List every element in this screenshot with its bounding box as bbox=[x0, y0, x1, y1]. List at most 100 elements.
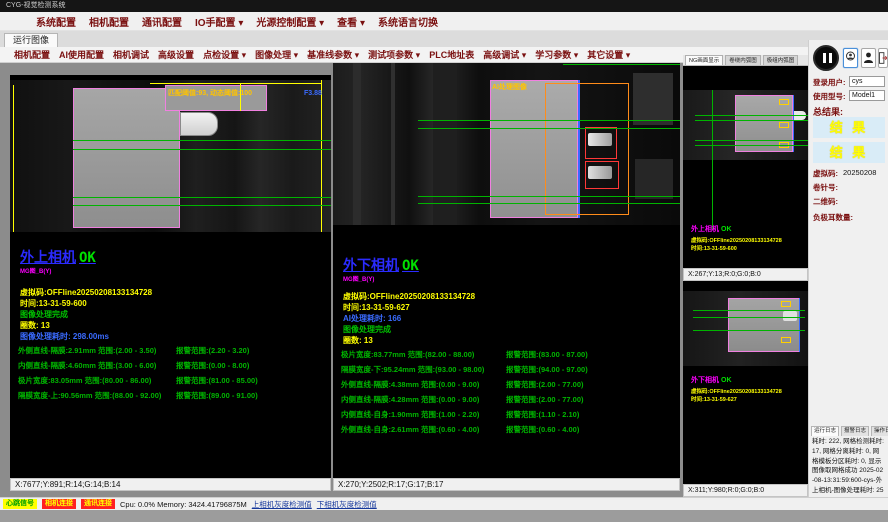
tool-other-settings[interactable]: 其它设置 ▾ bbox=[587, 48, 630, 61]
tool-camera-debug[interactable]: 相机调试 bbox=[113, 48, 149, 61]
measurement-row: 外侧直线-自身:2.61mm 范围:(0.60 - 4.00)报警范围:(0.6… bbox=[341, 424, 653, 434]
camera-subtitle: MG图_B(Y) bbox=[343, 274, 374, 283]
measurement-row: 内侧直线-隔膜:4.28mm 范围:(0.00 - 9.00)报警范围:(2.0… bbox=[341, 394, 653, 404]
log-tab-run[interactable]: 运行日志 bbox=[811, 426, 839, 436]
yellow-mark bbox=[779, 99, 789, 105]
green-guide-line bbox=[693, 317, 805, 318]
tool-baseline-params[interactable]: 基准线参数 ▾ bbox=[307, 48, 359, 61]
tool-advanced-debug[interactable]: 高级调试 ▾ bbox=[483, 48, 526, 61]
measurement-row: 外侧直线-隔膜:4.38mm 范围:(0.00 - 9.00)报警范围:(2.0… bbox=[341, 379, 653, 389]
left-camera-panel: 匹配阈值:93, 动态阈值:100 F3.88 外上相机OK MG图_B(Y) … bbox=[10, 75, 331, 478]
operator-button[interactable] bbox=[861, 48, 876, 68]
menu-item-system-config[interactable]: 系统配置 bbox=[36, 14, 76, 29]
measurement-row: 外侧直线-隔膜:2.91mm 范围:(2.00 - 3.50)报警范围:(2.2… bbox=[18, 345, 330, 355]
alarm-range: 报警范围:(0.60 - 4.00) bbox=[506, 424, 579, 435]
user-switch-button[interactable] bbox=[843, 48, 858, 68]
preview-tab-arc1[interactable]: 卷绕内弧图 bbox=[725, 55, 761, 65]
menu-item-comm-config[interactable]: 通讯配置 bbox=[142, 14, 182, 29]
left-camera-image[interactable]: 匹配阈值:93, 动态阈值:100 F3.88 bbox=[10, 80, 331, 232]
elapsed-line: 图像处理耗时: 298.00ms bbox=[20, 331, 109, 342]
preview-bottom-image[interactable]: 外下相机OK 虚拟码:OFFline20250208133134728 时间:1… bbox=[683, 281, 808, 484]
comm-connection-badge: 通讯连接 bbox=[81, 499, 115, 509]
yellow-mark bbox=[781, 301, 791, 307]
virtual-code-value: 20250208 bbox=[843, 168, 876, 177]
measurement-row: 内侧直线-自身:1.90mm 范围:(1.00 - 2.20)报警范围:(1.1… bbox=[341, 409, 653, 419]
pause-icon bbox=[829, 53, 832, 63]
menu-item-language-switch[interactable]: 系统语言切换 bbox=[378, 14, 438, 29]
connector-tab bbox=[180, 112, 218, 136]
preview-top-image[interactable]: 外上相机OK 虚拟码:OFFline20250208133134728 时间:1… bbox=[683, 66, 808, 268]
preview-code-line: 虚拟码:OFFline20250208133134728 bbox=[691, 387, 782, 395]
virtual-code-label: 虚拟码: bbox=[813, 168, 838, 179]
exit-button[interactable] bbox=[878, 48, 888, 68]
tab-count-label: 负极耳数量: bbox=[813, 212, 853, 223]
menu-bar: 系统配置 相机配置 通讯配置 IO手配置 ▾ 光源控制配置 ▾ 查看 ▾ 系统语… bbox=[0, 12, 888, 31]
tool-ai-config[interactable]: AI使用配置 bbox=[59, 48, 104, 61]
measure-value: 外侧直线-隔膜:2.91mm 范围:(2.00 - 3.50) bbox=[18, 346, 156, 355]
yellow-edge-line-left bbox=[13, 85, 14, 232]
measurement-row: 极片宽度:83.05mm 范围:(80.00 - 86.00)报警范围:(81.… bbox=[18, 375, 330, 385]
user-icon bbox=[845, 51, 856, 65]
camera-subtitle: MG图_B(Y) bbox=[20, 266, 51, 275]
preview-tab-arc2[interactable]: 极组内弧图 bbox=[763, 55, 799, 65]
virtual-code-line: 虚拟码:OFFline20250208133134728 bbox=[343, 291, 475, 302]
yellow-mark bbox=[779, 122, 789, 128]
tool-advanced-settings[interactable]: 高级设置 bbox=[158, 48, 194, 61]
tool-testitem-params[interactable]: 测试项参数 ▾ bbox=[368, 48, 420, 61]
pause-button[interactable] bbox=[813, 45, 839, 71]
tool-learning-params[interactable]: 学习参数 ▾ bbox=[535, 48, 578, 61]
tab-run-image[interactable]: 运行图像 bbox=[4, 33, 58, 47]
middle-pixel-coords: X:270;Y:2502;R:17;G:17;B:17 bbox=[333, 478, 680, 491]
preview-tab-strip: NG画面显示 卷绕内弧图 极组内弧图 bbox=[683, 55, 808, 66]
menu-item-io-config[interactable]: IO手配置 ▾ bbox=[195, 14, 243, 29]
preview-camera-title: 外上相机OK bbox=[691, 224, 732, 234]
middle-camera-panel: AI处理图像 外下相机OK MG图_B(Y) 虚拟码:OFFline202502… bbox=[333, 63, 680, 478]
qrcode-label: 二维码: bbox=[813, 196, 838, 207]
menu-item-view[interactable]: 查看 ▾ bbox=[337, 14, 365, 29]
green-guide-line bbox=[418, 128, 680, 129]
menu-item-light-config[interactable]: 光源控制配置 ▾ bbox=[256, 14, 324, 29]
ai-image-overlay: AI处理图像 bbox=[492, 82, 527, 92]
model-field[interactable]: Model1 bbox=[849, 90, 885, 101]
pause-icon bbox=[823, 53, 826, 63]
measure-value: 内侧直线-隔膜:4.60mm 范围:(3.00 - 6.00) bbox=[18, 361, 156, 370]
cpu-memory-text: Cpu: 0.0% Memory: 3424.41796875M bbox=[120, 500, 247, 509]
tool-plc-address-table[interactable]: PLC地址表 bbox=[429, 48, 474, 61]
log-tab-alarm[interactable]: 报警日志 bbox=[841, 426, 869, 436]
log-tab-strip: 运行日志 报警日志 操作日志 bbox=[811, 426, 888, 436]
green-guide-line bbox=[418, 120, 680, 121]
green-guide-line bbox=[73, 149, 331, 150]
lower-camera-gray-link[interactable]: 下相机灰度检测值 bbox=[317, 499, 377, 510]
middle-camera-image[interactable]: AI处理图像 bbox=[333, 63, 680, 225]
green-guide-line bbox=[693, 310, 805, 311]
menu-item-camera-config[interactable]: 相机配置 bbox=[89, 14, 129, 29]
upper-camera-gray-link[interactable]: 上相机灰度检测值 bbox=[252, 499, 312, 510]
tool-spotcheck-settings[interactable]: 点检设置 ▾ bbox=[203, 48, 246, 61]
camera-name: 外下相机 bbox=[691, 377, 719, 384]
camera-name: 外下相机 bbox=[343, 258, 399, 274]
bottom-filler bbox=[0, 510, 888, 522]
alarm-range: 报警范围:(89.00 - 91.00) bbox=[176, 390, 258, 401]
reel-number-label: 卷针号: bbox=[813, 182, 838, 193]
preview-tab-ng[interactable]: NG画面显示 bbox=[685, 55, 723, 65]
alarm-range: 报警范围:(81.00 - 85.00) bbox=[176, 375, 258, 386]
camera-connection-badge: 相机连接 bbox=[42, 499, 76, 509]
log-text[interactable]: 耗时: 222, 网格检测耗时: 17, 网格分离耗时: 0, 网格模板分区耗时… bbox=[812, 437, 885, 505]
left-pixel-coords: X:7677;Y:891;R:14;G:14;B:14 bbox=[10, 478, 331, 491]
tool-camera-config[interactable]: 相机配置 bbox=[14, 48, 50, 61]
log-tab-operate[interactable]: 操作日志 bbox=[871, 426, 888, 436]
tool-image-processing[interactable]: 图像处理 ▾ bbox=[255, 48, 298, 61]
measure-value: 内侧直线-隔膜:4.28mm 范围:(0.00 - 9.00) bbox=[341, 395, 479, 404]
preview-camera-title: 外下相机OK bbox=[691, 375, 732, 385]
green-top-line bbox=[563, 64, 680, 65]
preview-bottom-panel: 外下相机OK 虚拟码:OFFline20250208133134728 时间:1… bbox=[683, 281, 808, 484]
login-user-field[interactable]: cys bbox=[849, 76, 885, 87]
green-vertical-line bbox=[712, 90, 713, 230]
preview-top-panel: NG画面显示 卷绕内弧图 极组内弧图 外上相机OK 虚拟码:OFFline202… bbox=[683, 55, 808, 268]
left-camera-title: 外上相机OK bbox=[20, 247, 96, 267]
blue-edge-line bbox=[799, 298, 800, 352]
green-guide-line bbox=[693, 330, 805, 331]
alarm-range: 报警范围:(94.00 - 97.00) bbox=[506, 364, 588, 375]
result-box-lower: 结 果 bbox=[813, 142, 885, 163]
machine-structure bbox=[353, 63, 361, 225]
